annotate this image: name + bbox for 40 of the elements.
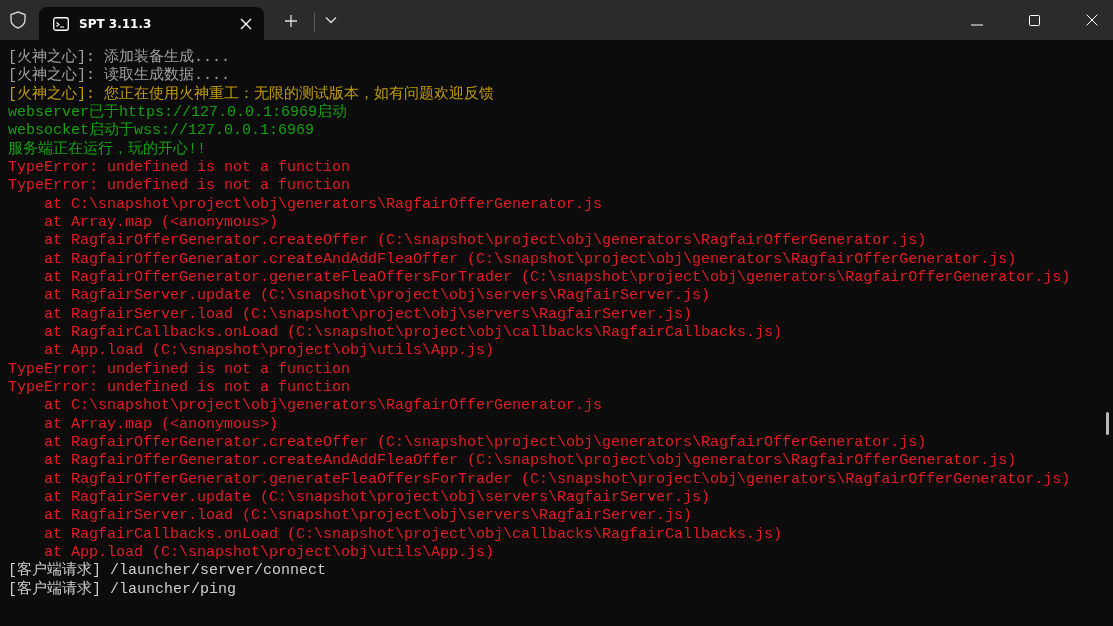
console-line: [客户端请求] /launcher/ping — [8, 580, 238, 599]
console-line: webserver已于https://127.0.0.1:6969启动 — [8, 104, 349, 121]
console-line: at RagfairOfferGenerator.generateFleaOffersForTrader (C:\snapshot\project\obj\generators\RagfairOfferGenerator.js) — [43, 268, 1072, 288]
console-line: websocket启动于wss://127.0.0.1:6969 — [8, 122, 316, 140]
console-line: at Array.map (<anonymous>) — [43, 213, 280, 233]
console-line: at RagfairServer.load (C:\snapshot\project\obj\servers\RagfairServer.js) — [43, 507, 694, 526]
plus-icon[interactable] — [284, 14, 298, 28]
close-icon[interactable] — [1086, 14, 1098, 26]
console-line: at C:\snapshot\project\obj\generators\RagfairOfferGenerator.js — [43, 397, 604, 416]
console-line: 服务端正在运行，玩的开心!! — [8, 140, 207, 159]
console-line: at RagfairOfferGenerator.createAndAddFleaOffer (C:\snapshot\project\obj\generators\RagfairOfferGenerator.js) — [43, 250, 1018, 269]
close-icon[interactable] — [240, 17, 252, 30]
terminal-tab[interactable]: SPT 3.11.3 — [39, 7, 264, 40]
console-line: at RagfairCallbacks.onLoad (C:\snapshot\project\obj\callbacks\RagfairCallbacks.js) — [43, 525, 784, 544]
console-line: TypeError: undefined is not a function — [8, 177, 352, 196]
console-line: [火神之心]: 添加装备生成.... — [8, 49, 231, 66]
console-line: at Array.map (<anonymous>) — [43, 415, 280, 434]
console-line: at RagfairServer.update (C:\snapshot\project\obj\servers\RagfairServer.js) — [43, 287, 712, 306]
shield-icon[interactable] — [10, 11, 26, 29]
console-line: [客户端请求] /launcher/server/connect — [8, 562, 328, 580]
terminal-icon — [53, 16, 69, 31]
console-line: at C:\snapshot\project\obj\generators\RagfairOfferGenerator.js — [43, 195, 604, 214]
console-line: at App.load (C:\snapshot\project\obj\utils\App.js) — [43, 543, 496, 561]
console-line: TypeError: undefined is not a function — [8, 378, 352, 398]
tab-title: SPT 3.11.3 — [79, 16, 153, 31]
console-line: at App.load (C:\snapshot\project\obj\utils\App.js) — [43, 342, 496, 361]
console-line: at RagfairOfferGenerator.createOffer (C:\snapshot\project\obj\generators\RagfairOfferGenerator.js) — [43, 433, 928, 453]
console-line: at RagfairOfferGenerator.createOffer (C:\snapshot\project\obj\generators\RagfairOfferGenerator.js) — [43, 232, 928, 251]
console-line: at RagfairServer.load (C:\snapshot\project\obj\servers\RagfairServer.js) — [43, 305, 694, 324]
scrollbar-thumb[interactable] — [1106, 412, 1109, 435]
chevron-down-icon[interactable] — [325, 16, 337, 24]
console-line: TypeError: undefined is not a function — [8, 158, 352, 178]
console-line: at RagfairServer.update (C:\snapshot\project\obj\servers\RagfairServer.js) — [43, 488, 712, 508]
console-line: at RagfairOfferGenerator.createAndAddFleaOffer (C:\snapshot\project\obj\generators\RagfairOfferGenerator.js) — [43, 452, 1018, 471]
console-line: at RagfairCallbacks.onLoad (C:\snapshot\project\obj\callbacks\RagfairCallbacks.js) — [43, 323, 784, 343]
console-line: TypeError: undefined is not a function — [8, 360, 352, 379]
console-line: [火神之心]: 读取生成数据.... — [8, 67, 231, 85]
console-line: [火神之心]: 您正在使用火神重工：无限的测试版本，如有问题欢迎反馈 — [8, 85, 495, 103]
maximize-icon[interactable] — [1029, 15, 1040, 26]
console-line: at RagfairOfferGenerator.generateFleaOffersForTrader (C:\snapshot\project\obj\generators\RagfairOfferGenerator.js) — [43, 470, 1072, 489]
